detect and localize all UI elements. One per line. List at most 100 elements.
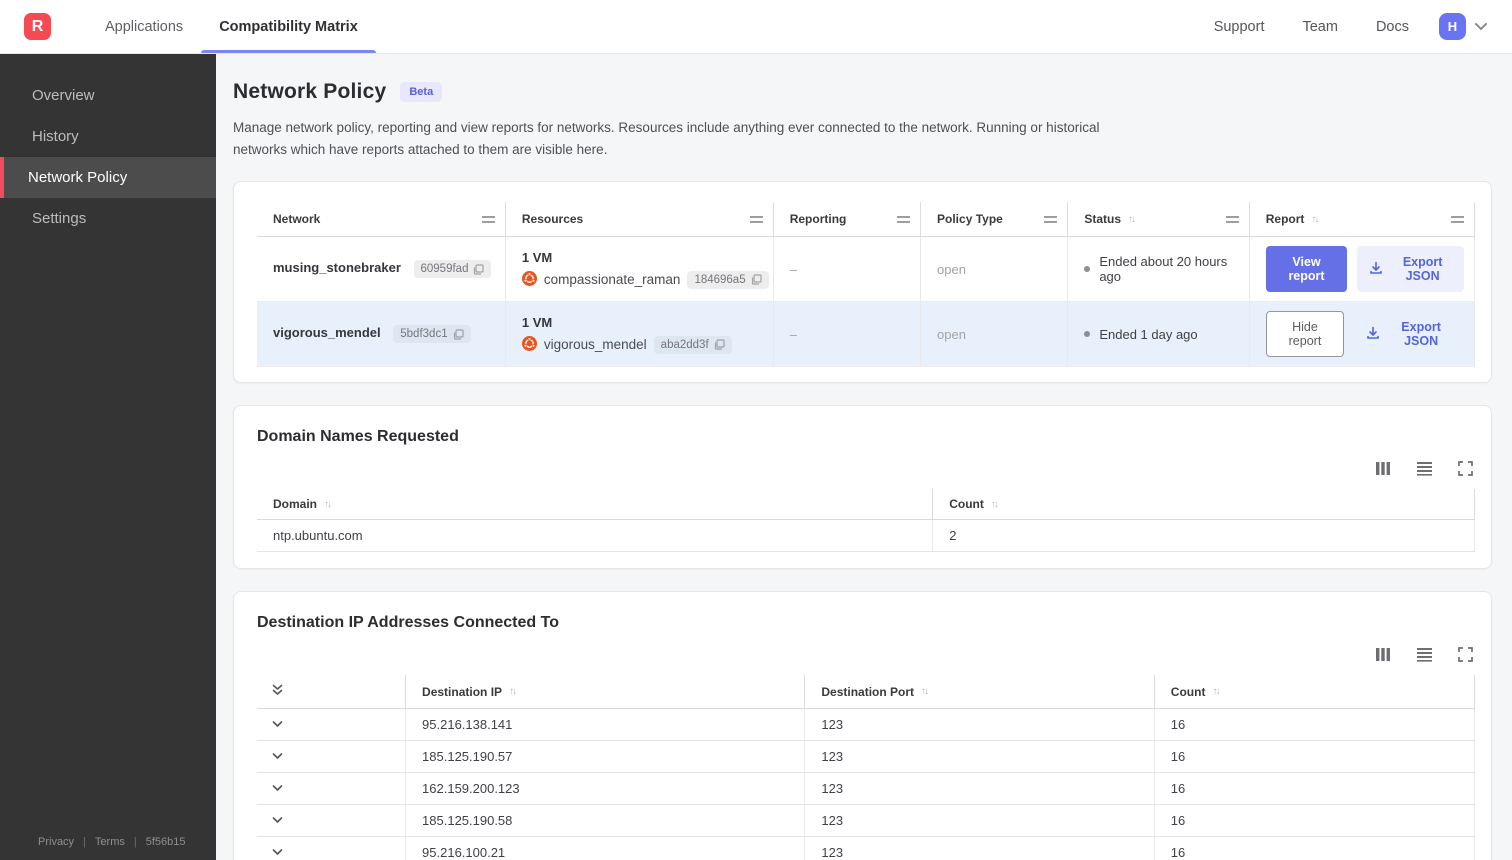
sort-icon[interactable]: ↑↓ (509, 686, 517, 697)
drag-handle-icon[interactable] (1044, 215, 1058, 223)
expand-row-icon[interactable] (271, 848, 284, 857)
table-toolbar (257, 647, 1473, 663)
policy-type-value: open (920, 301, 1069, 368)
table-row: vigorous_mendel 5bdf3dc1 1 VM vigorous_m… (257, 301, 1476, 368)
tab-applications[interactable]: Applications (87, 0, 201, 53)
count-value: 16 (1154, 740, 1476, 774)
count-value: 16 (1154, 772, 1476, 806)
column-header-count[interactable]: Count ↑↓ (932, 489, 1475, 521)
view-report-button[interactable]: View report (1265, 246, 1348, 293)
sort-icon[interactable]: ↑↓ (1128, 214, 1136, 225)
network-name: musing_stonebraker (273, 260, 401, 276)
account-menu[interactable]: H (1439, 0, 1488, 53)
expand-all-icon[interactable] (271, 683, 284, 697)
destination-ip-value: 95.216.100.21 (405, 836, 806, 860)
export-json-button[interactable]: Export JSON (1357, 246, 1464, 293)
export-json-button[interactable]: Export JSON (1354, 311, 1464, 357)
link-support[interactable]: Support (1214, 19, 1265, 35)
row-density-icon[interactable] (1416, 647, 1433, 662)
network-id: 60959fad (420, 263, 469, 276)
sidebar-item-network-policy[interactable]: Network Policy (0, 157, 216, 198)
build-version: 5f56b15 (145, 836, 186, 848)
page-description: Manage network policy, reporting and vie… (233, 120, 1100, 157)
expand-row-icon[interactable] (271, 752, 284, 761)
fullscreen-icon[interactable] (1458, 647, 1473, 663)
sidebar-item-overview[interactable]: Overview (0, 75, 216, 116)
link-team[interactable]: Team (1302, 19, 1337, 35)
avatar[interactable]: H (1439, 13, 1466, 40)
column-header-count[interactable]: Count ↑↓ (1154, 675, 1476, 710)
network-policy-card: Network Resources Reporting Policy Type … (233, 181, 1492, 384)
column-label: Destination IP (422, 684, 503, 699)
link-docs[interactable]: Docs (1376, 19, 1409, 35)
sidebar-item-history[interactable]: History (0, 116, 216, 157)
column-header-destination-port[interactable]: Destination Port ↑↓ (804, 675, 1155, 710)
resource-name: compassionate_raman (543, 272, 681, 288)
destination-ip-value: 185.125.190.57 (405, 740, 806, 774)
column-label: Policy Type (937, 212, 1003, 227)
resource-name: vigorous_mendel (543, 337, 647, 353)
column-header-report[interactable]: Report ↑↓ (1249, 202, 1476, 238)
copy-icon[interactable] (453, 329, 464, 340)
card-title: Domain Names Requested (257, 428, 459, 446)
export-json-label: Export JSON (1402, 255, 1443, 284)
terms-link[interactable]: Terms (95, 836, 125, 848)
resource-id: 184696a5 (694, 273, 746, 286)
destination-port-value: 123 (804, 836, 1155, 860)
expand-row-icon[interactable] (271, 720, 284, 729)
drag-handle-icon[interactable] (897, 215, 911, 223)
page-title: Network Policy (233, 80, 387, 103)
row-density-icon[interactable] (1416, 461, 1433, 476)
column-header-domain[interactable]: Domain ↑↓ (257, 489, 934, 521)
drag-handle-icon[interactable] (1225, 215, 1239, 223)
columns-icon[interactable] (1375, 647, 1391, 662)
drag-handle-icon[interactable] (1451, 215, 1464, 223)
copy-icon[interactable] (714, 339, 725, 350)
download-icon (1366, 326, 1380, 343)
sort-icon[interactable]: ↑↓ (1212, 686, 1220, 697)
domain-names-card: Domain Names Requested Domain ↑↓ Count ↑… (233, 405, 1492, 570)
destination-port-value: 123 (804, 708, 1155, 742)
column-header-status[interactable]: Status ↑↓ (1067, 202, 1250, 238)
sort-icon[interactable]: ↑↓ (991, 499, 999, 510)
column-header-resources[interactable]: Resources (505, 202, 774, 238)
count-value: 2 (932, 519, 1475, 553)
copy-icon[interactable] (751, 274, 762, 285)
tab-compatibility-matrix[interactable]: Compatibility Matrix (201, 0, 376, 53)
column-header-policy-type[interactable]: Policy Type (920, 202, 1069, 238)
table-row: 185.125.190.58 123 16 (257, 804, 1476, 838)
destination-ips-table: Destination IP ↑↓ Destination Port ↑↓ Coun… (257, 675, 1476, 860)
privacy-link[interactable]: Privacy (38, 836, 74, 848)
expand-row-icon[interactable] (271, 784, 284, 793)
destination-port-value: 123 (804, 772, 1155, 806)
sidebar-footer: Privacy | Terms | 5f56b15 (0, 836, 216, 860)
column-header-destination-ip[interactable]: Destination IP ↑↓ (405, 675, 806, 710)
column-header-expand-all[interactable] (257, 675, 407, 710)
destination-port-value: 123 (804, 740, 1155, 774)
column-header-network[interactable]: Network (257, 202, 506, 238)
sidebar-nav: Overview History Network Policy Settings (0, 54, 216, 239)
network-id: 5bdf3dc1 (400, 328, 448, 341)
app-logo[interactable]: R (24, 13, 51, 40)
sidebar-item-settings[interactable]: Settings (0, 198, 216, 239)
hide-report-button[interactable]: Hide report (1265, 311, 1345, 358)
sort-icon[interactable]: ↑↓ (921, 686, 929, 697)
fullscreen-icon[interactable] (1458, 461, 1473, 477)
chevron-down-icon[interactable] (1474, 22, 1488, 31)
column-label: Report (1265, 212, 1305, 227)
sort-icon[interactable]: ↑↓ (324, 499, 332, 510)
table-row: 95.216.100.21 123 16 (257, 836, 1476, 860)
copy-icon[interactable] (473, 264, 485, 275)
drag-handle-icon[interactable] (749, 215, 763, 223)
columns-icon[interactable] (1375, 461, 1391, 476)
vm-count: 1 VM (521, 249, 553, 265)
drag-handle-icon[interactable] (481, 215, 495, 223)
table-row: ntp.ubuntu.com 2 (257, 519, 1475, 553)
expand-row-icon[interactable] (271, 816, 284, 825)
ips-table-body: 95.216.138.141 123 16 185.125.190.57 123… (257, 708, 1476, 860)
column-header-reporting[interactable]: Reporting (773, 202, 922, 238)
column-label: Reporting (789, 212, 847, 227)
policy-type-value: open (920, 236, 1069, 303)
sort-icon[interactable]: ↑↓ (1311, 214, 1319, 225)
